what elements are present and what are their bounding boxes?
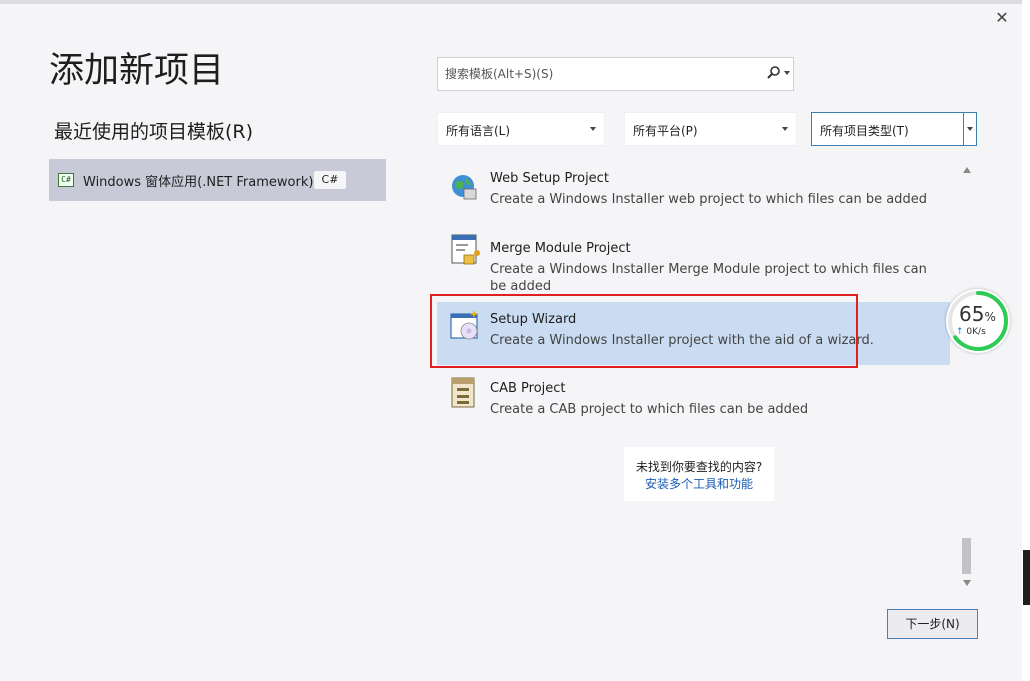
background-window-edge: [1022, 0, 1030, 681]
template-item-web-setup[interactable]: Web Setup Project Create a Windows Insta…: [437, 160, 950, 220]
chevron-down-icon: [782, 127, 788, 131]
template-item-cab-project[interactable]: CAB Project Create a CAB project to whic…: [437, 372, 950, 427]
template-description: Create a CAB project to which files can …: [490, 402, 809, 417]
language-badge: C#: [314, 171, 346, 189]
scroll-down-arrow-icon[interactable]: [963, 580, 971, 586]
add-new-project-dialog: ✕ 添加新项目 最近使用的项目模板(R) C# Windows 窗体应用(.NE…: [0, 0, 1022, 681]
template-name: CAB Project: [490, 381, 566, 396]
next-button[interactable]: 下一步(N): [887, 609, 978, 639]
cab-project-icon: [451, 377, 475, 408]
selection-highlight-annotation: [430, 294, 858, 368]
recent-template-item[interactable]: C# Windows 窗体应用(.NET Framework) C#: [49, 159, 386, 201]
template-name: Web Setup Project: [490, 171, 609, 186]
web-setup-icon: [452, 175, 477, 200]
speed-percent: 65%: [959, 302, 996, 326]
project-type-filter[interactable]: 所有项目类型(T): [811, 112, 977, 146]
chevron-down-icon: [590, 127, 596, 131]
template-description: Create a Windows Installer Merge Module …: [490, 262, 927, 294]
install-tools-link[interactable]: 安装多个工具和功能: [624, 475, 774, 492]
template-description: Create a Windows Installer web project t…: [490, 192, 927, 207]
close-button[interactable]: ✕: [992, 8, 1012, 28]
not-found-panel: 未找到你要查找的内容? 安装多个工具和功能: [624, 447, 774, 501]
upload-arrow-icon: ↑: [956, 327, 964, 337]
template-name: Merge Module Project: [490, 241, 631, 256]
top-strip: [0, 0, 1022, 4]
search-icon[interactable]: [766, 65, 782, 81]
network-speed-widget[interactable]: 65% ↑ 0K/s: [946, 289, 1010, 353]
search-box[interactable]: [437, 57, 794, 91]
search-options-chevron-down-icon[interactable]: [784, 71, 790, 75]
chevron-down-icon: [967, 127, 973, 131]
speed-rate: ↑ 0K/s: [956, 327, 986, 337]
project-type-dropdown-button[interactable]: [963, 113, 976, 145]
background-window-fragment: [1023, 550, 1030, 605]
recent-templates-heading: 最近使用的项目模板(R): [54, 121, 254, 143]
not-found-question: 未找到你要查找的内容?: [635, 460, 763, 474]
merge-module-icon: [451, 234, 480, 265]
project-type-filter-label: 所有项目类型(T): [820, 124, 909, 138]
recent-template-label: Windows 窗体应用(.NET Framework): [83, 174, 314, 190]
dialog-title: 添加新项目: [49, 51, 225, 91]
platform-filter[interactable]: 所有平台(P): [624, 112, 797, 146]
scrollbar-thumb[interactable]: [962, 538, 971, 574]
language-filter-label: 所有语言(L): [446, 124, 511, 138]
scroll-up-arrow-icon[interactable]: [963, 167, 971, 173]
search-input[interactable]: [443, 66, 757, 82]
platform-filter-label: 所有平台(P): [633, 124, 698, 138]
csharp-project-icon: C#: [58, 173, 74, 187]
template-item-merge-module[interactable]: Merge Module Project Create a Windows In…: [437, 230, 950, 294]
language-filter[interactable]: 所有语言(L): [437, 112, 605, 146]
